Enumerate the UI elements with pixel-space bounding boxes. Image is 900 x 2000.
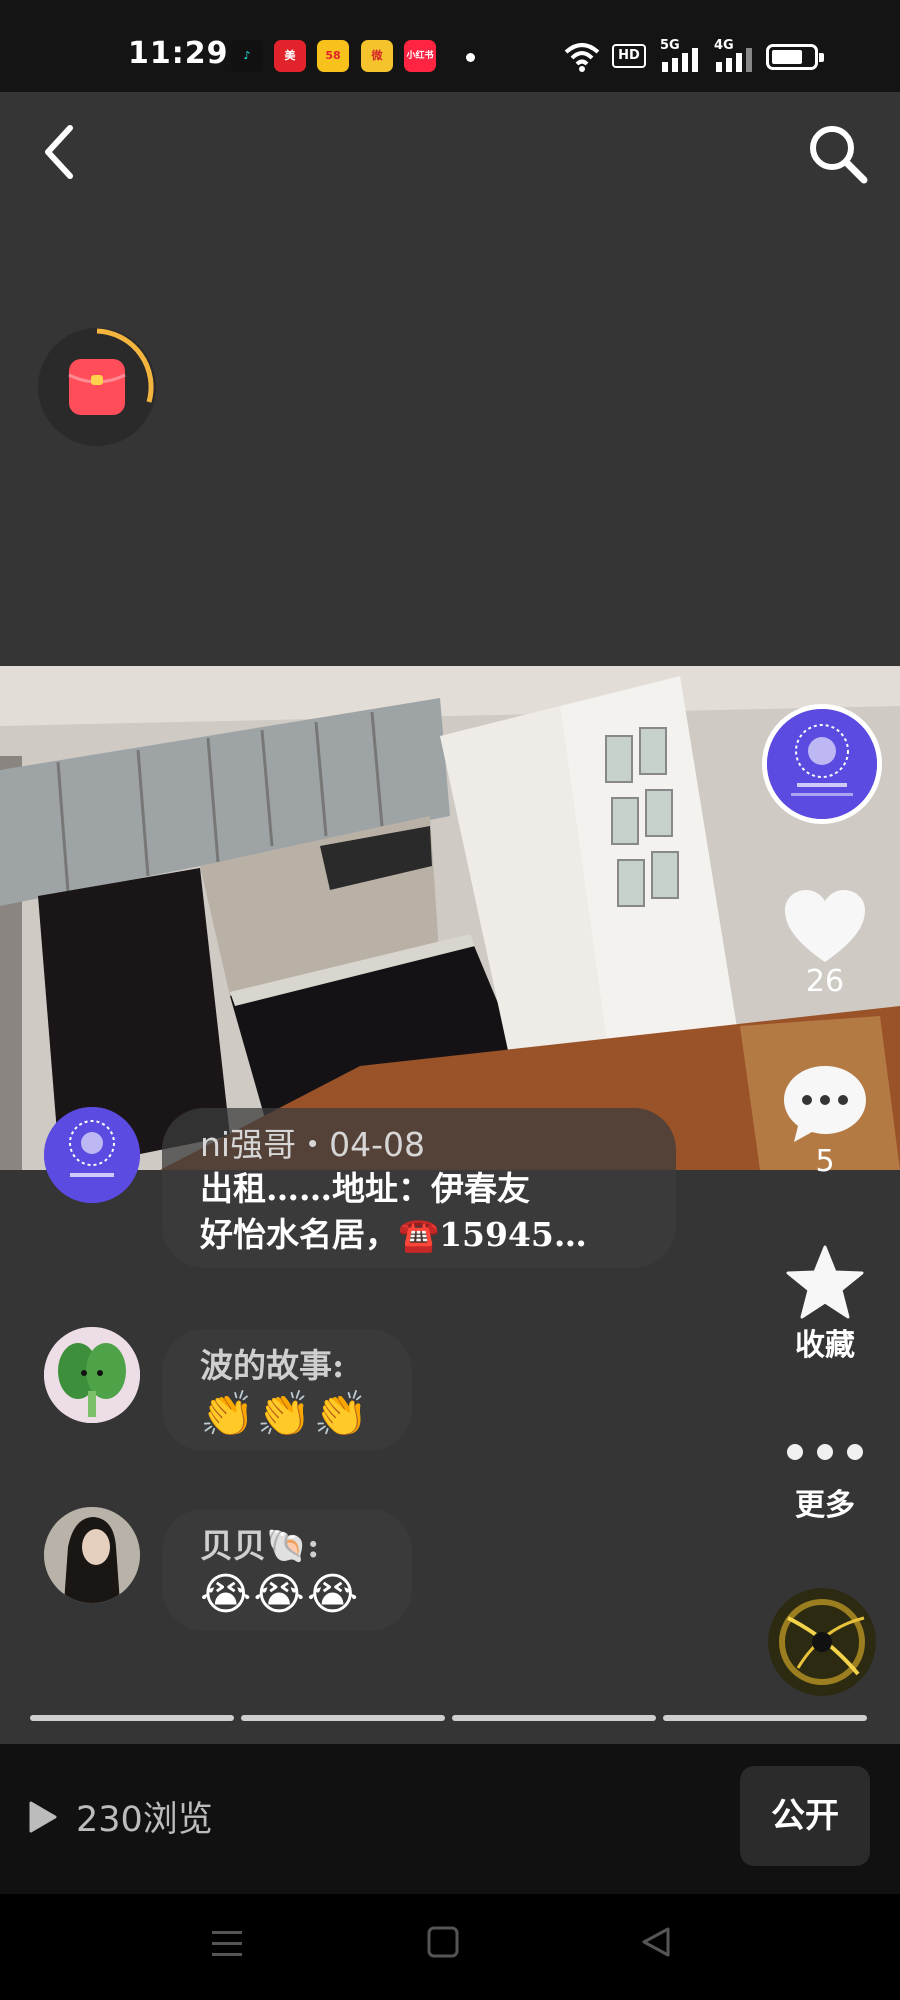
signal-4g-icon (716, 48, 752, 72)
more-button[interactable]: 更多 (765, 1440, 885, 1524)
status-time: 11:29 (128, 36, 229, 71)
signal-5g-icon (662, 48, 698, 72)
favorite-button[interactable]: 收藏 (765, 1244, 885, 1364)
notification-dot-icon (466, 53, 475, 62)
back-arrow-icon[interactable] (40, 122, 80, 182)
play-icon (29, 1801, 57, 1833)
comment-button[interactable]: 5 (765, 1064, 885, 1179)
heart-icon (785, 890, 865, 962)
like-count: 26 (805, 964, 845, 999)
author-avatar-image (767, 709, 877, 819)
home-icon[interactable] (427, 1926, 459, 1958)
system-nav-bar (0, 1894, 900, 2000)
comment-bubble[interactable]: 波的故事: 👏👏👏 (162, 1329, 412, 1451)
comment-avatar[interactable] (44, 1327, 140, 1423)
hd-badge: HD (612, 44, 646, 68)
star-icon (786, 1245, 864, 1319)
comment-author: ni强哥・04-08 (200, 1125, 425, 1164)
comment-avatar[interactable] (44, 1507, 140, 1603)
wifi-icon (564, 43, 600, 72)
more-dots-icon (787, 1444, 863, 1460)
comment-text: 好怡水名居，☎️15945… (200, 1215, 587, 1254)
comment-bubble[interactable]: ni强哥・04-08 出租……地址：伊春友 好怡水名居，☎️15945… (162, 1108, 676, 1268)
comment-author: 波的故事: (200, 1346, 345, 1385)
search-icon[interactable] (806, 122, 870, 186)
weibo-icon: 微 (361, 40, 393, 72)
comment-text: 👏👏👏 (200, 1389, 371, 1440)
view-count: 230浏览 (76, 1800, 213, 1840)
comment-text: 😭😭😭 (200, 1569, 361, 1620)
xiaohongshu-icon: 小红书 (404, 40, 436, 72)
author-avatar[interactable] (762, 704, 882, 824)
like-button[interactable]: 26 (765, 888, 885, 999)
battery-icon (766, 44, 824, 70)
comment-avatar-image (44, 1107, 140, 1203)
carousel-indicator (663, 1715, 867, 1721)
status-bar: 11:29 ♪ 美 58 微 小红书 HD 5G 4G (0, 0, 900, 92)
spinach-avatar-image (44, 1327, 140, 1423)
carousel-indicator (30, 1715, 234, 1721)
favorite-label: 收藏 (795, 1328, 855, 1363)
menu-icon[interactable] (210, 1928, 244, 1958)
visibility-public-button[interactable]: 公开 (740, 1766, 870, 1866)
red-envelope-icon (68, 359, 126, 415)
music-disc[interactable] (768, 1588, 876, 1696)
meituan-icon: 美 (274, 40, 306, 72)
comment-count: 5 (815, 1144, 835, 1179)
red-packet-timer-button[interactable] (38, 328, 156, 446)
nav-back-icon[interactable] (640, 1926, 672, 1958)
comment-bubble[interactable]: 贝贝🐚: 😭😭😭 (162, 1509, 412, 1631)
tiktok-icon: ♪ (231, 40, 263, 72)
58-icon: 58 (317, 40, 349, 72)
carousel-indicator (452, 1715, 656, 1721)
comment-author: 贝贝🐚: (200, 1526, 320, 1565)
comment-avatar[interactable] (44, 1107, 140, 1203)
carousel-indicator (241, 1715, 445, 1721)
girl-avatar-image (44, 1507, 140, 1603)
more-label: 更多 (795, 1488, 855, 1523)
music-disc-icon (768, 1588, 876, 1696)
comment-bubble-icon (784, 1066, 866, 1142)
comment-text: 出租……地址：伊春友 (200, 1169, 530, 1208)
